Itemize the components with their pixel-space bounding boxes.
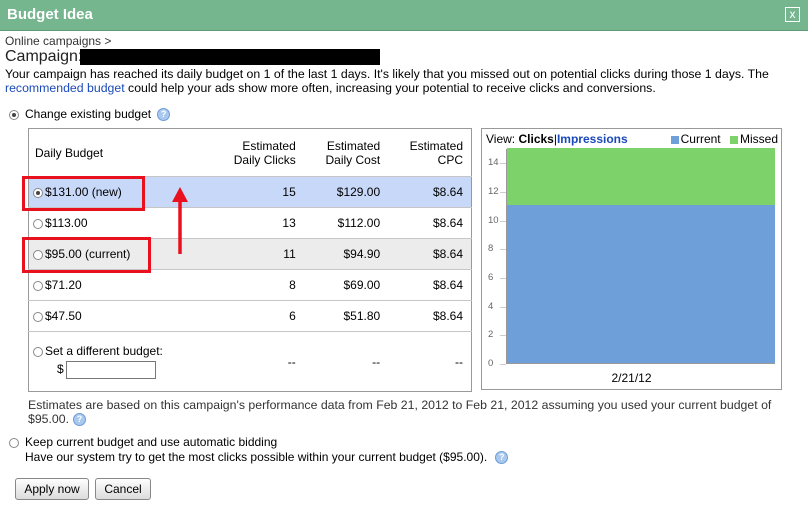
budget-radio[interactable] [33, 311, 43, 322]
campaign-label: Campaign: [5, 48, 83, 65]
header-cpc: Estimated CPC [388, 128, 472, 177]
keep-budget-option[interactable]: Keep current budget and use automatic bi… [9, 435, 509, 465]
keep-budget-description: Have our system try to get the most clic… [25, 450, 488, 464]
highlight-new-budget [22, 176, 145, 211]
legend-current-swatch [670, 135, 679, 144]
y-tick-label: 8 [488, 243, 494, 255]
recommended-budget-link[interactable]: recommended budget [5, 81, 125, 95]
bar-current [507, 205, 775, 363]
table-row[interactable]: $113.00 13 $112.00 $8.64 [28, 207, 472, 239]
y-tick-label: 2 [488, 329, 494, 341]
legend-missed: Missed [739, 132, 778, 146]
y-tick-label: 6 [488, 272, 494, 283]
highlight-current-budget [22, 237, 151, 273]
different-budget-radio[interactable] [33, 346, 43, 357]
budget-radio[interactable] [33, 280, 43, 291]
apply-now-button[interactable]: Apply now [15, 478, 89, 500]
dialog-title: Budget Idea [7, 6, 93, 23]
red-arrow-icon [172, 187, 188, 254]
y-tick-label: 0 [488, 358, 494, 369]
chart-legend: Current Missed [670, 132, 778, 146]
y-tick-label: 14 [488, 157, 499, 169]
legend-current: Current [680, 132, 721, 146]
header-daily-budget: Daily Budget [28, 128, 210, 177]
keep-budget-label: Keep current budget and use automatic bi… [25, 435, 278, 449]
clicks-chart: View: Clicks|Impressions Current Missed … [481, 128, 782, 390]
breadcrumb[interactable]: Online campaigns > [5, 34, 111, 48]
help-icon[interactable]: ? [73, 413, 87, 427]
plot-area [506, 148, 775, 364]
header-cost: Estimated Daily Cost [303, 128, 389, 177]
change-budget-label: Change existing budget [25, 107, 152, 121]
header-clicks: Estimated Daily Clicks [209, 128, 304, 177]
help-icon[interactable]: ? [495, 451, 509, 465]
table-row[interactable]: $47.50 6 $51.80 $8.64 [28, 300, 472, 332]
change-budget-option[interactable]: Change existing budget? [9, 107, 171, 122]
bar-missed [507, 148, 775, 206]
help-icon[interactable]: ? [157, 108, 171, 122]
view-clicks-tab[interactable]: Clicks [518, 132, 553, 146]
redacted-campaign-name [80, 49, 380, 65]
legend-missed-swatch [729, 135, 738, 144]
view-impressions-tab[interactable]: Impressions [557, 132, 628, 146]
intro-text: Your campaign has reached its daily budg… [5, 67, 769, 95]
dialog-titlebar: Budget Idea x [0, 0, 808, 31]
different-budget-input[interactable] [65, 361, 156, 379]
x-tick-label: 2/21/12 [611, 371, 652, 385]
budget-radio[interactable] [33, 218, 43, 229]
chart-view-toggle: View: Clicks|Impressions [486, 132, 628, 146]
y-tick-label: 10 [488, 214, 499, 226]
close-icon[interactable]: x [785, 7, 800, 22]
change-budget-radio[interactable] [9, 109, 19, 120]
estimate-note: Estimates are based on this campaign's p… [28, 398, 772, 427]
y-tick-label: 12 [488, 186, 499, 197]
cancel-button[interactable]: Cancel [95, 478, 151, 500]
y-tick-label: 4 [488, 300, 494, 312]
table-row-different-budget[interactable]: Set a different budget: $ -- -- -- [29, 332, 472, 392]
table-row[interactable]: $71.20 8 $69.00 $8.64 [28, 269, 472, 301]
y-tick-mark [500, 364, 506, 365]
keep-budget-radio[interactable] [9, 437, 19, 448]
